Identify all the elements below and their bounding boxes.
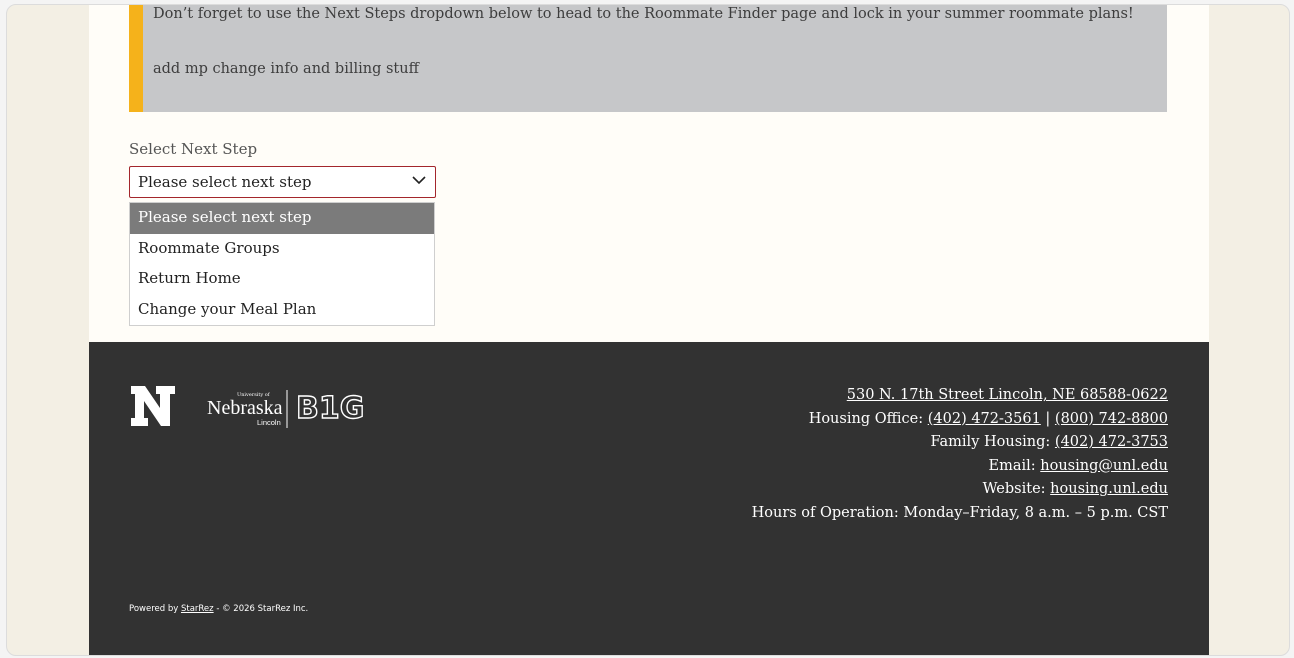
dropdown-option-return-home[interactable]: Return Home bbox=[130, 264, 434, 295]
website-link[interactable]: housing.unl.edu bbox=[1050, 481, 1168, 497]
hours-text: Hours of Operation: Monday–Friday, 8 a.m… bbox=[751, 504, 1168, 521]
dropdown-option-please-select[interactable]: Please select next step bbox=[130, 203, 434, 234]
footer-contact: 530 N. 17th Street Lincoln, NE 68588-062… bbox=[752, 384, 1168, 525]
next-step-selected-value: Please select next step bbox=[138, 173, 312, 191]
family-phone-link[interactable]: (402) 472-3753 bbox=[1055, 434, 1168, 450]
next-step-label: Select Next Step bbox=[129, 140, 258, 158]
dropdown-option-roommate-groups[interactable]: Roommate Groups bbox=[130, 234, 434, 265]
email-link[interactable]: housing@unl.edu bbox=[1040, 458, 1168, 474]
notice-box: Don’t forget to use the Next Steps dropd… bbox=[129, 5, 1167, 112]
lincoln-text: Lincoln bbox=[257, 418, 281, 427]
housing-phone-2-link[interactable]: (800) 742-8800 bbox=[1055, 411, 1168, 427]
powered-suffix: - © 2026 StarRez Inc. bbox=[213, 604, 309, 614]
email-label: Email: bbox=[988, 457, 1041, 474]
site-footer: University of Nebraska Lincoln B1G 530 N… bbox=[89, 342, 1209, 655]
website-label: Website: bbox=[982, 481, 1051, 497]
family-housing-label: Family Housing: bbox=[930, 434, 1055, 450]
nebraska-n-logo[interactable] bbox=[129, 384, 177, 428]
nebraska-text: Nebraska bbox=[207, 397, 283, 419]
housing-office-label: Housing Office: bbox=[808, 410, 928, 427]
chevron-down-icon bbox=[412, 176, 426, 185]
notice-text-2: add mp change info and billing stuff bbox=[153, 61, 419, 77]
next-step-select[interactable]: Please select next step bbox=[129, 166, 436, 198]
notice-text-1: Don’t forget to use the Next Steps dropd… bbox=[153, 6, 1134, 22]
big-ten-logo[interactable]: B1G bbox=[294, 390, 384, 424]
nebraska-wordmark-logo[interactable]: University of Nebraska Lincoln bbox=[207, 388, 289, 428]
powered-by: Powered by StarRez - © 2026 StarRez Inc. bbox=[129, 604, 308, 614]
next-step-dropdown: Please select next step Roommate Groups … bbox=[129, 202, 435, 326]
address-link[interactable]: 530 N. 17th Street Lincoln, NE 68588-062… bbox=[847, 387, 1168, 403]
big-ten-text: B1G bbox=[296, 391, 364, 424]
starrez-link[interactable]: StarRez bbox=[181, 604, 214, 614]
powered-prefix: Powered by bbox=[129, 604, 181, 614]
dropdown-option-meal-plan[interactable]: Change your Meal Plan bbox=[130, 295, 434, 326]
housing-phone-1-link[interactable]: (402) 472-3561 bbox=[928, 411, 1041, 427]
browser-viewport: Don’t forget to use the Next Steps dropd… bbox=[6, 4, 1290, 656]
page-content: Don’t forget to use the Next Steps dropd… bbox=[89, 5, 1209, 655]
phone-separator: | bbox=[1040, 410, 1055, 427]
